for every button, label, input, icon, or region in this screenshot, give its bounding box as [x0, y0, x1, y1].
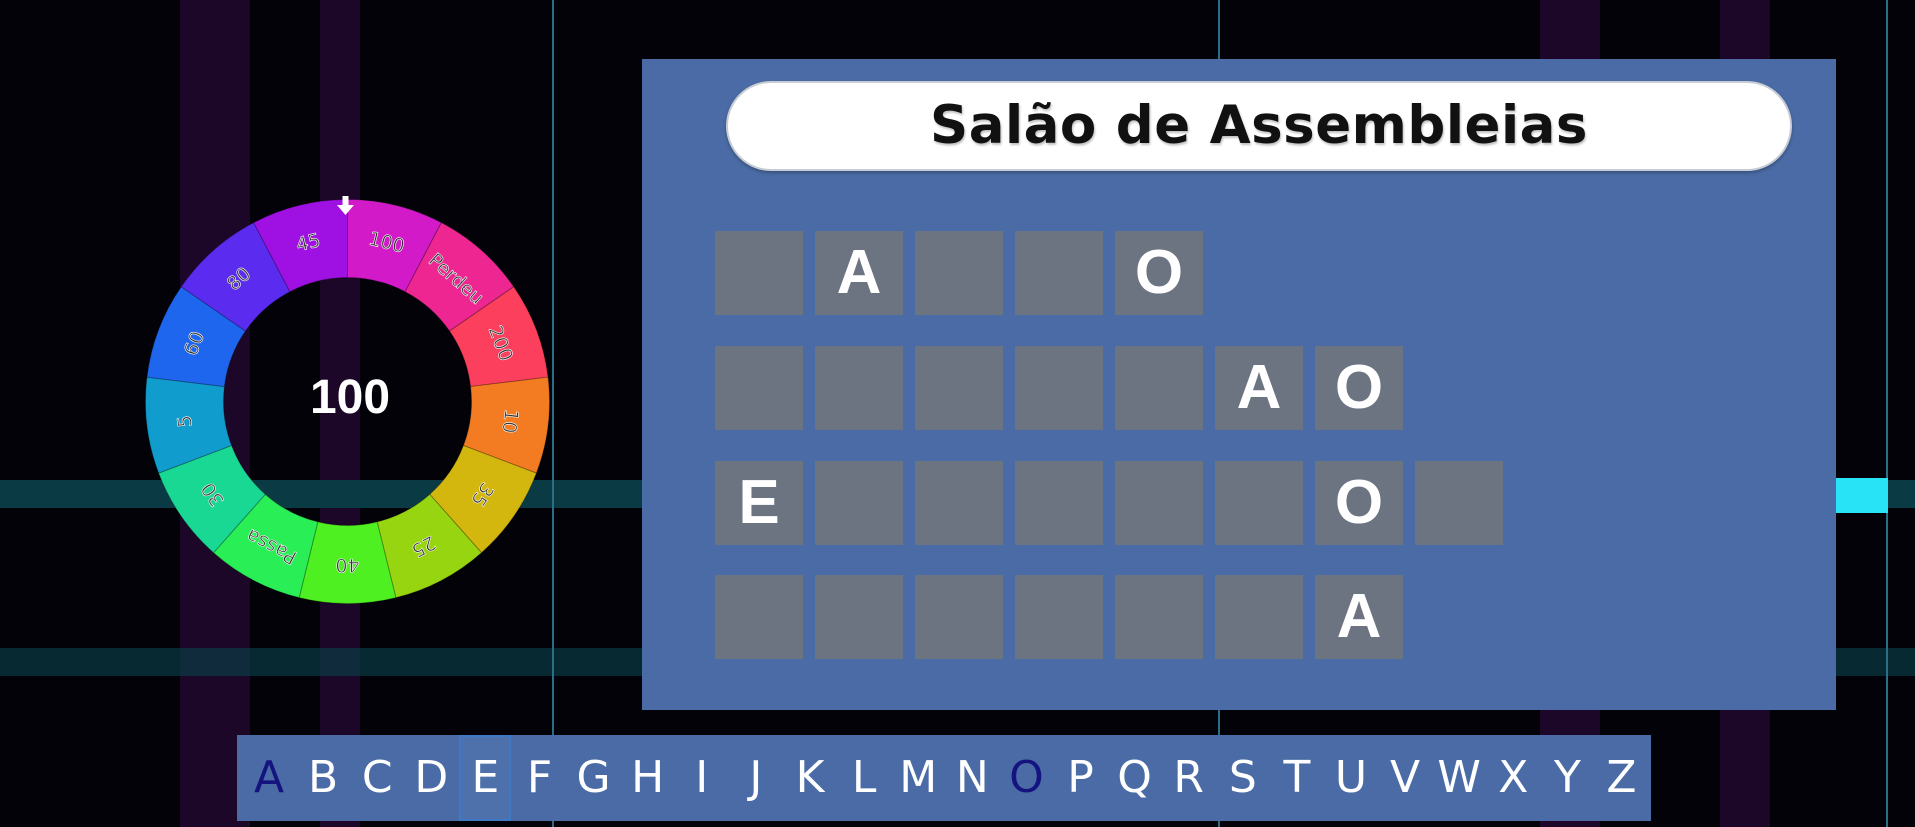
letter-tile	[1415, 461, 1503, 545]
letter-tile	[1015, 346, 1103, 430]
letter-tile	[715, 231, 803, 315]
letter-tile: A	[1215, 346, 1303, 430]
wheel-segment-label: 10	[497, 408, 522, 435]
letter-button-f[interactable]: F	[514, 735, 566, 821]
letter-tile	[1015, 231, 1103, 315]
letter-tile: O	[1115, 231, 1203, 315]
letter-tile: O	[1315, 461, 1403, 545]
letter-tile	[1115, 461, 1203, 545]
alphabet-bar: ABCDEFGHIJKLMNOPQRSTUVWXYZ	[237, 735, 1651, 821]
letter-tile	[815, 461, 903, 545]
letter-tile	[1015, 575, 1103, 659]
letter-tile	[915, 575, 1003, 659]
letter-tile	[715, 575, 803, 659]
background-glow	[1836, 478, 1888, 513]
letter-button-t[interactable]: T	[1271, 735, 1323, 821]
letter-button-n[interactable]: N	[946, 735, 998, 821]
category-title-box: Salão de Assembleias	[726, 81, 1792, 171]
letter-button-l[interactable]: L	[838, 735, 890, 821]
puzzle-board: Salão de Assembleias AOAOEOA	[642, 59, 1836, 710]
letter-tile	[815, 575, 903, 659]
letter-button-r[interactable]: R	[1163, 735, 1215, 821]
letter-button-w[interactable]: W	[1433, 735, 1485, 821]
letter-button-q[interactable]: Q	[1109, 735, 1161, 821]
category-title: Salão de Assembleias	[930, 95, 1588, 156]
letter-tile	[1215, 461, 1303, 545]
wheel-segment-label: 40	[335, 554, 359, 576]
letter-button-b[interactable]: B	[297, 735, 349, 821]
letter-button-a[interactable]: A	[243, 735, 295, 821]
letter-tile	[815, 346, 903, 430]
letter-button-s[interactable]: S	[1217, 735, 1269, 821]
letter-tile	[915, 231, 1003, 315]
letter-tile	[1215, 575, 1303, 659]
letter-button-j[interactable]: J	[730, 735, 782, 821]
letter-button-c[interactable]: C	[351, 735, 403, 821]
letter-button-k[interactable]: K	[784, 735, 836, 821]
letter-tile	[915, 346, 1003, 430]
letter-button-d[interactable]: D	[405, 735, 457, 821]
letter-tile	[1015, 461, 1103, 545]
letter-button-y[interactable]: Y	[1541, 735, 1593, 821]
wheel-current-value: 100	[309, 371, 391, 424]
letter-tile	[1115, 346, 1203, 430]
letter-button-x[interactable]: X	[1487, 735, 1539, 821]
letter-button-e[interactable]: E	[459, 735, 512, 821]
letter-button-i[interactable]: I	[676, 735, 728, 821]
letter-button-p[interactable]: P	[1055, 735, 1107, 821]
letter-tile	[715, 346, 803, 430]
background-line	[1886, 0, 1888, 827]
letter-tile: A	[815, 231, 903, 315]
letter-button-z[interactable]: Z	[1596, 735, 1648, 821]
letter-button-h[interactable]: H	[622, 735, 674, 821]
letter-tile: E	[715, 461, 803, 545]
letter-tile	[1115, 575, 1203, 659]
letter-button-g[interactable]: G	[568, 735, 620, 821]
letter-button-o[interactable]: O	[1000, 735, 1052, 821]
letter-button-v[interactable]: V	[1379, 735, 1431, 821]
letter-tile: A	[1315, 575, 1403, 659]
letter-button-m[interactable]: M	[892, 735, 944, 821]
letter-tile: O	[1315, 346, 1403, 430]
letter-button-u[interactable]: U	[1325, 735, 1377, 821]
letter-tile	[915, 461, 1003, 545]
